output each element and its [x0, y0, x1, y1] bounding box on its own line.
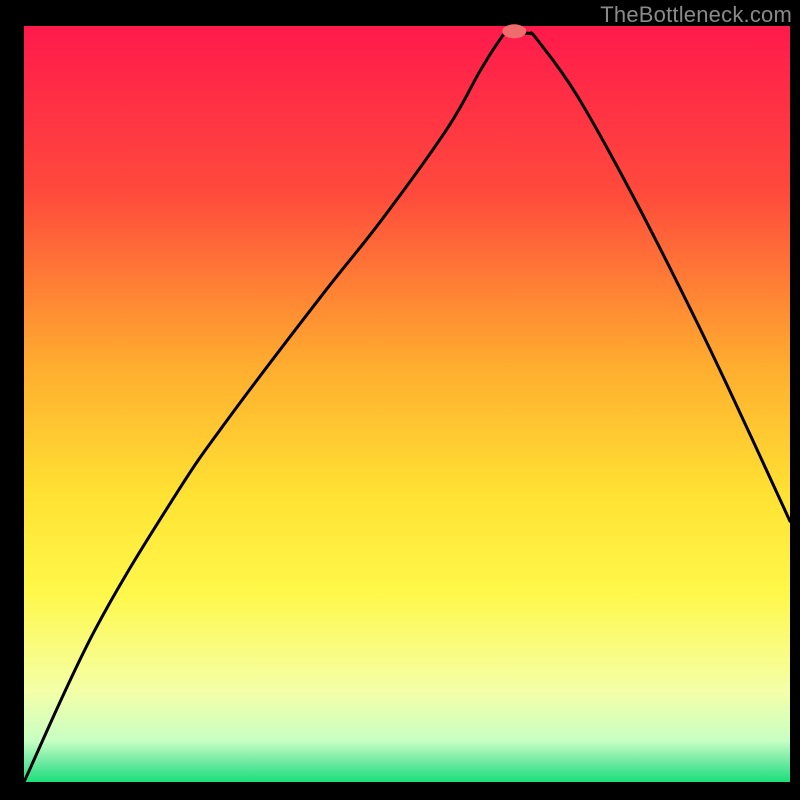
- watermark-text: TheBottleneck.com: [600, 2, 792, 28]
- optimal-marker: [502, 24, 526, 38]
- chart-svg: [0, 0, 800, 800]
- plot-background: [24, 26, 790, 782]
- chart-root: { "watermark": "TheBottleneck.com", "cha…: [0, 0, 800, 800]
